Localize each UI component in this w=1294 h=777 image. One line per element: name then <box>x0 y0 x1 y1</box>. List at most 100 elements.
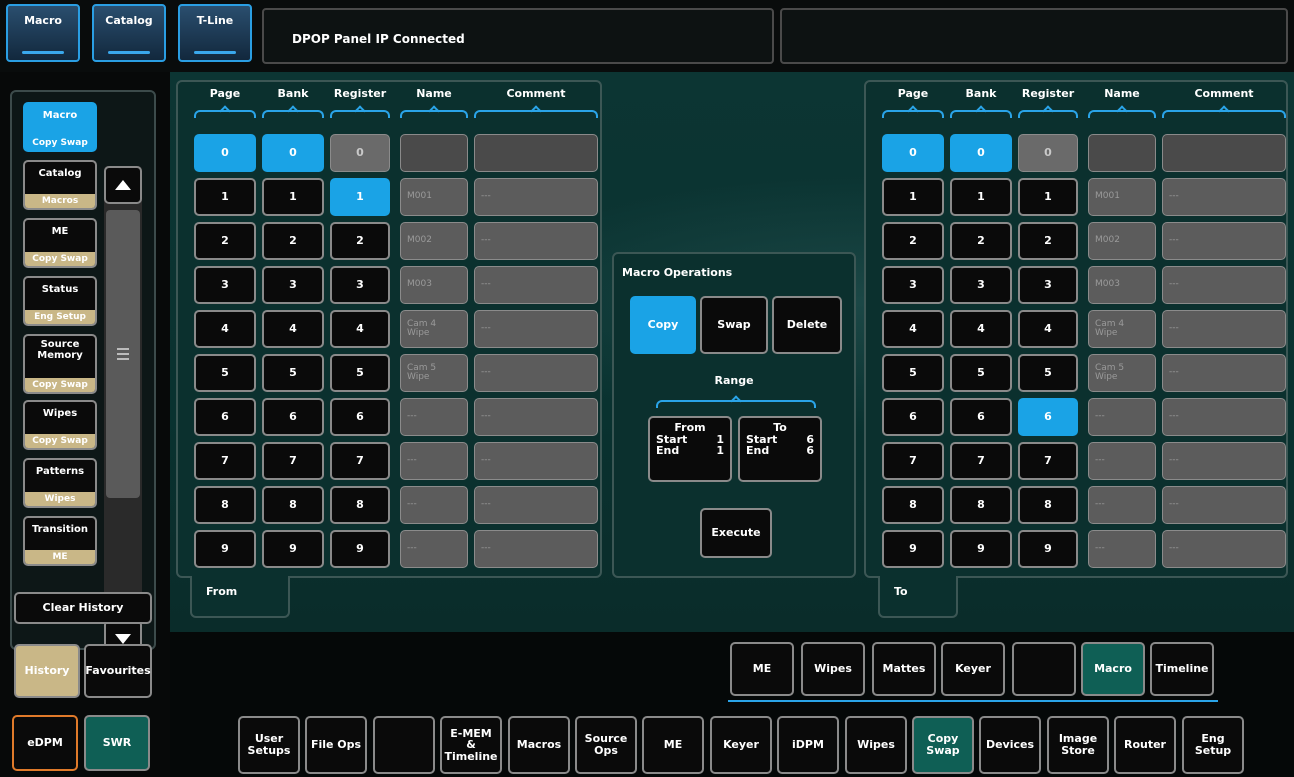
from-bank-5[interactable]: 5 <box>262 354 324 392</box>
to-register-7[interactable]: 7 <box>1018 442 1078 480</box>
from-comment-0[interactable] <box>474 134 598 172</box>
from-name-7[interactable]: --- <box>400 442 468 480</box>
bottom-tab-eng-setup[interactable]: Eng Setup <box>1182 716 1244 774</box>
to-register-1[interactable]: 1 <box>1018 178 1078 216</box>
to-comment-0[interactable] <box>1162 134 1286 172</box>
from-comment-6[interactable]: --- <box>474 398 598 436</box>
tab-macro[interactable]: Macro <box>6 4 80 62</box>
from-bank-4[interactable]: 4 <box>262 310 324 348</box>
scroll-thumb[interactable] <box>106 210 140 498</box>
history-item-transition[interactable]: Transition ME <box>23 516 97 566</box>
to-comment-2[interactable]: --- <box>1162 222 1286 260</box>
to-page-1[interactable]: 1 <box>882 178 944 216</box>
to-comment-1[interactable]: --- <box>1162 178 1286 216</box>
from-name-6[interactable]: --- <box>400 398 468 436</box>
from-bank-2[interactable]: 2 <box>262 222 324 260</box>
history-item-status[interactable]: Status Eng Setup <box>23 276 97 326</box>
to-name-2[interactable]: M002 <box>1088 222 1156 260</box>
from-comment-5[interactable]: --- <box>474 354 598 392</box>
from-bank-9[interactable]: 9 <box>262 530 324 568</box>
from-bank-0[interactable]: 0 <box>262 134 324 172</box>
sub-tab-mattes[interactable]: Mattes <box>872 642 936 696</box>
from-page-8[interactable]: 8 <box>194 486 256 524</box>
history-item-macro[interactable]: Macro Copy Swap <box>23 102 97 152</box>
to-bank-3[interactable]: 3 <box>950 266 1012 304</box>
to-name-8[interactable]: --- <box>1088 486 1156 524</box>
to-bank-2[interactable]: 2 <box>950 222 1012 260</box>
to-comment-4[interactable]: --- <box>1162 310 1286 348</box>
to-name-5[interactable]: Cam 5 Wipe <box>1088 354 1156 392</box>
to-register-0[interactable]: 0 <box>1018 134 1078 172</box>
history-item-wipes[interactable]: Wipes Copy Swap <box>23 400 97 450</box>
from-page-4[interactable]: 4 <box>194 310 256 348</box>
to-name-7[interactable]: --- <box>1088 442 1156 480</box>
swap-button[interactable]: Swap <box>700 296 768 354</box>
from-name-8[interactable]: --- <box>400 486 468 524</box>
from-register-9[interactable]: 9 <box>330 530 390 568</box>
to-page-8[interactable]: 8 <box>882 486 944 524</box>
to-name-4[interactable]: Cam 4 Wipe <box>1088 310 1156 348</box>
to-bank-1[interactable]: 1 <box>950 178 1012 216</box>
bottom-tab-copy-swap[interactable]: Copy Swap <box>912 716 974 774</box>
swr-button[interactable]: SWR <box>84 715 150 771</box>
from-name-1[interactable]: M001 <box>400 178 468 216</box>
to-register-6[interactable]: 6 <box>1018 398 1078 436</box>
to-bank-7[interactable]: 7 <box>950 442 1012 480</box>
bottom-tab-e-mem-timeline[interactable]: E-MEM & Timeline <box>440 716 502 774</box>
to-register-4[interactable]: 4 <box>1018 310 1078 348</box>
from-page-7[interactable]: 7 <box>194 442 256 480</box>
to-name-1[interactable]: M001 <box>1088 178 1156 216</box>
edpm-button[interactable]: eDPM <box>12 715 78 771</box>
to-name-6[interactable]: --- <box>1088 398 1156 436</box>
bottom-tab-keyer[interactable]: Keyer <box>710 716 772 774</box>
sub-tab-keyer[interactable]: Keyer <box>941 642 1005 696</box>
from-bank-8[interactable]: 8 <box>262 486 324 524</box>
from-name-5[interactable]: Cam 5 Wipe <box>400 354 468 392</box>
tab-catalog[interactable]: Catalog <box>92 4 166 62</box>
from-register-6[interactable]: 6 <box>330 398 390 436</box>
from-register-3[interactable]: 3 <box>330 266 390 304</box>
from-name-2[interactable]: M002 <box>400 222 468 260</box>
to-page-9[interactable]: 9 <box>882 530 944 568</box>
from-register-4[interactable]: 4 <box>330 310 390 348</box>
copy-button[interactable]: Copy <box>630 296 696 354</box>
tab-t-line[interactable]: T-Line <box>178 4 252 62</box>
bottom-tab-devices[interactable]: Devices <box>979 716 1041 774</box>
sub-tab-blank[interactable] <box>1012 642 1076 696</box>
to-register-2[interactable]: 2 <box>1018 222 1078 260</box>
bottom-tab-image-store[interactable]: Image Store <box>1047 716 1109 774</box>
to-name-0[interactable] <box>1088 134 1156 172</box>
bottom-tab-idpm[interactable]: iDPM <box>777 716 839 774</box>
from-comment-4[interactable]: --- <box>474 310 598 348</box>
history-item-patterns[interactable]: Patterns Wipes <box>23 458 97 508</box>
from-comment-7[interactable]: --- <box>474 442 598 480</box>
from-register-1[interactable]: 1 <box>330 178 390 216</box>
history-item-catalog[interactable]: Catalog Macros <box>23 160 97 210</box>
delete-button[interactable]: Delete <box>772 296 842 354</box>
to-page-3[interactable]: 3 <box>882 266 944 304</box>
to-page-0[interactable]: 0 <box>882 134 944 172</box>
sub-tab-timeline[interactable]: Timeline <box>1150 642 1214 696</box>
from-name-4[interactable]: Cam 4 Wipe <box>400 310 468 348</box>
to-bank-4[interactable]: 4 <box>950 310 1012 348</box>
from-page-3[interactable]: 3 <box>194 266 256 304</box>
from-bank-3[interactable]: 3 <box>262 266 324 304</box>
from-comment-9[interactable]: --- <box>474 530 598 568</box>
sub-tab-wipes[interactable]: Wipes <box>801 642 865 696</box>
from-register-0[interactable]: 0 <box>330 134 390 172</box>
from-tab[interactable]: From <box>190 576 290 618</box>
from-comment-8[interactable]: --- <box>474 486 598 524</box>
from-bank-7[interactable]: 7 <box>262 442 324 480</box>
bottom-tab-macros[interactable]: Macros <box>508 716 570 774</box>
bottom-tab-source-ops[interactable]: Source Ops <box>575 716 637 774</box>
range-to-box[interactable]: To Start 6 End 6 <box>738 416 822 482</box>
from-page-0[interactable]: 0 <box>194 134 256 172</box>
sub-tab-me[interactable]: ME <box>730 642 794 696</box>
from-page-1[interactable]: 1 <box>194 178 256 216</box>
range-from-box[interactable]: From Start 1 End 1 <box>648 416 732 482</box>
from-register-8[interactable]: 8 <box>330 486 390 524</box>
from-name-3[interactable]: M003 <box>400 266 468 304</box>
to-bank-6[interactable]: 6 <box>950 398 1012 436</box>
to-bank-9[interactable]: 9 <box>950 530 1012 568</box>
from-name-9[interactable]: --- <box>400 530 468 568</box>
